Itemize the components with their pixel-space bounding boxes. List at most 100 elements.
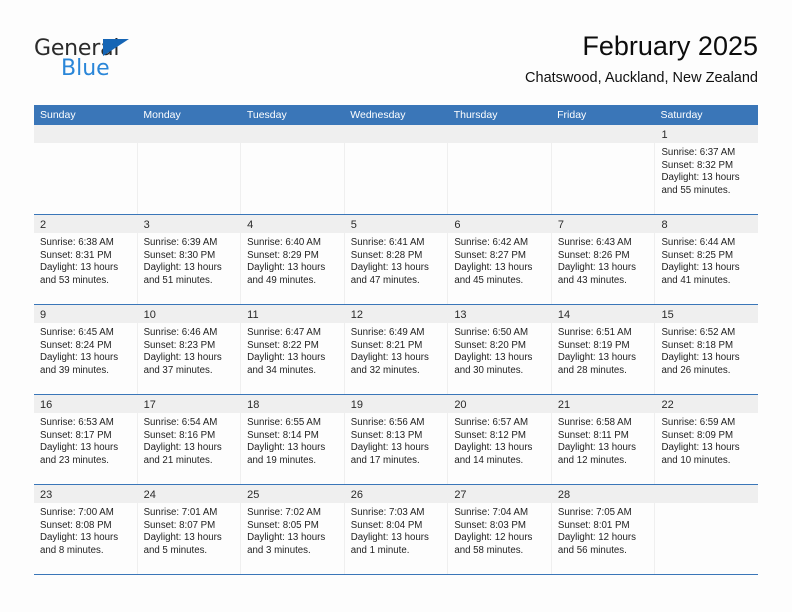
daylight-text-line2: and 26 minutes.	[661, 364, 731, 376]
calendar-week-row: 1 Sunrise: 6:37 AM Sunset: 8:32 PM Daylight…	[34, 125, 759, 215]
daylight-text-line1: Daylight: 13 hours	[40, 352, 119, 364]
calendar-day-cell[interactable]: 20 Sunrise: 6:57 AM Sunset: 8:12 PM Dayligh…	[447, 395, 551, 484]
day-number: 17	[143, 399, 156, 411]
calendar-day-cell[interactable]: 28 Sunrise: 7:05 AM Sunset: 8:01 PM Dayligh…	[550, 485, 655, 574]
day-number-band	[655, 485, 759, 503]
calendar-day-cell[interactable]: 16 Sunrise: 6:53 AM Sunset: 8:17 PM Dayligh…	[34, 395, 137, 484]
sunrise-text: Sunrise: 7:04 AM	[454, 507, 529, 518]
day-number: 24	[143, 489, 156, 501]
sunset-text: Sunset: 8:31 PM	[40, 249, 112, 261]
daylight-text-line2: and 47 minutes.	[350, 274, 420, 286]
daylight-text-line1: Daylight: 13 hours	[40, 442, 119, 454]
day-number: 12	[350, 309, 363, 321]
day-sun-info: Sunrise: 7:03 AM Sunset: 8:04 PM Daylight:…	[345, 503, 448, 557]
calendar-day-cell-empty[interactable]	[343, 125, 448, 214]
sunset-text: Sunset: 8:01 PM	[557, 519, 630, 531]
calendar-day-cell[interactable]: 24 Sunrise: 7:01 AM Sunset: 8:07 PM Dayligh…	[136, 485, 241, 574]
calendar-day-cell[interactable]: 26 Sunrise: 7:03 AM Sunset: 8:04 PM Dayligh…	[343, 485, 448, 574]
day-number: 18	[247, 399, 260, 411]
sunset-text: Sunset: 8:26 PM	[557, 249, 630, 261]
day-number-band	[241, 125, 344, 143]
sunset-text: Sunset: 8:12 PM	[454, 429, 526, 441]
daylight-text-line1: Daylight: 13 hours	[40, 532, 119, 544]
daylight-text-line1: Daylight: 13 hours	[350, 352, 429, 364]
day-number-band: 1	[655, 125, 759, 143]
calendar-day-cell-empty[interactable]	[34, 125, 137, 214]
day-number-band: 6	[448, 215, 551, 233]
day-sun-info: Sunrise: 6:42 AM Sunset: 8:27 PM Daylight:…	[448, 233, 551, 287]
day-number: 6	[454, 219, 461, 231]
calendar-day-cell[interactable]: 5 Sunrise: 6:41 AM Sunset: 8:28 PM Daylight…	[343, 215, 448, 304]
calendar-day-cell-empty[interactable]	[550, 125, 655, 214]
day-number-band: 24	[137, 485, 241, 503]
day-number: 8	[661, 219, 668, 231]
weekday-header-tuesday: Tuesday	[246, 109, 287, 121]
weekday-header-monday: Monday	[143, 109, 181, 121]
calendar-day-cell[interactable]: 19 Sunrise: 6:56 AM Sunset: 8:13 PM Dayligh…	[343, 395, 448, 484]
daylight-text-line2: and 32 minutes.	[350, 364, 420, 376]
calendar-day-cell[interactable]: 10 Sunrise: 6:46 AM Sunset: 8:23 PM Dayligh…	[136, 305, 241, 394]
sunrise-text: Sunrise: 6:57 AM	[454, 417, 529, 428]
day-number: 22	[661, 399, 674, 411]
sunrise-text: Sunrise: 6:41 AM	[350, 237, 425, 248]
day-number-band: 16	[34, 395, 137, 413]
calendar-day-cell-empty[interactable]	[240, 125, 344, 214]
calendar-day-cell[interactable]: 1 Sunrise: 6:37 AM Sunset: 8:32 PM Daylight…	[654, 125, 759, 214]
weekday-header-row: Sunday Monday Tuesday Wednesday Thursday Frid…	[34, 105, 758, 125]
sunrise-text: Sunrise: 6:39 AM	[143, 237, 218, 248]
daylight-text-line2: and 53 minutes.	[40, 274, 109, 286]
day-number: 21	[557, 399, 571, 411]
day-number-band	[137, 125, 241, 143]
day-sun-info: Sunrise: 6:53 AM Sunset: 8:17 PM Daylight:…	[34, 413, 137, 467]
calendar-week-row: 16 Sunrise: 6:53 AM Sunset: 8:17 PM Dayligh…	[34, 395, 759, 485]
calendar-day-cell[interactable]: 22 Sunrise: 6:59 AM Sunset: 8:09 PM Dayligh…	[654, 395, 759, 484]
calendar-day-cell[interactable]: 14 Sunrise: 6:51 AM Sunset: 8:19 PM Dayligh…	[550, 305, 655, 394]
calendar-day-cell[interactable]: 7 Sunrise: 6:43 AM Sunset: 8:26 PM Daylight…	[550, 215, 655, 304]
day-sun-info: Sunrise: 6:54 AM Sunset: 8:16 PM Daylight:…	[138, 413, 241, 467]
calendar-day-cell[interactable]: 17 Sunrise: 6:54 AM Sunset: 8:16 PM Dayligh…	[136, 395, 241, 484]
calendar-day-cell[interactable]: 23 Sunrise: 7:00 AM Sunset: 8:08 PM Dayligh…	[34, 485, 137, 574]
daylight-text-line2: and 43 minutes.	[557, 274, 627, 286]
calendar-day-cell[interactable]: 3 Sunrise: 6:39 AM Sunset: 8:30 PM Daylight…	[136, 215, 241, 304]
day-sun-info: Sunrise: 6:44 AM Sunset: 8:25 PM Daylight:…	[655, 233, 758, 287]
calendar-day-cell[interactable]: 25 Sunrise: 7:02 AM Sunset: 8:05 PM Dayligh…	[240, 485, 344, 574]
daylight-text-line2: and 1 minute.	[350, 544, 410, 556]
sunset-text: Sunset: 8:13 PM	[350, 429, 423, 441]
day-number: 20	[454, 399, 467, 411]
calendar-day-cell[interactable]: 11 Sunrise: 6:47 AM Sunset: 8:22 PM Dayligh…	[240, 305, 344, 394]
daylight-text-line1: Daylight: 13 hours	[661, 442, 740, 454]
sunset-text: Sunset: 8:32 PM	[661, 159, 734, 171]
calendar-day-cell[interactable]: 27 Sunrise: 7:04 AM Sunset: 8:03 PM Dayligh…	[447, 485, 551, 574]
calendar-day-cell[interactable]: 9 Sunrise: 6:45 AM Sunset: 8:24 PM Daylight…	[34, 305, 137, 394]
daylight-text-line2: and 30 minutes.	[454, 364, 524, 376]
day-number: 25	[247, 489, 260, 501]
day-number-band: 18	[241, 395, 344, 413]
day-sun-info: Sunrise: 6:59 AM Sunset: 8:09 PM Daylight:…	[655, 413, 758, 467]
calendar-day-cell[interactable]: 4 Sunrise: 6:40 AM Sunset: 8:29 PM Daylight…	[240, 215, 344, 304]
calendar-day-cell[interactable]: 6 Sunrise: 6:42 AM Sunset: 8:27 PM Daylight…	[447, 215, 551, 304]
daylight-text-line1: Daylight: 13 hours	[247, 442, 326, 454]
day-sun-info: Sunrise: 6:47 AM Sunset: 8:22 PM Daylight:…	[241, 323, 344, 377]
calendar-day-cell-empty[interactable]	[136, 125, 241, 214]
calendar-day-cell[interactable]: 18 Sunrise: 6:55 AM Sunset: 8:14 PM Dayligh…	[240, 395, 344, 484]
daylight-text-line1: Daylight: 13 hours	[454, 262, 533, 274]
calendar-day-cell-empty[interactable]	[654, 485, 759, 574]
calendar-day-cell[interactable]: 8 Sunrise: 6:44 AM Sunset: 8:25 PM Daylight…	[654, 215, 759, 304]
daylight-text-line2: and 49 minutes.	[247, 274, 317, 286]
calendar-day-cell[interactable]: 15 Sunrise: 6:52 AM Sunset: 8:18 PM Dayligh…	[654, 305, 759, 394]
daylight-text-line1: Daylight: 13 hours	[350, 262, 429, 274]
calendar-day-cell-empty[interactable]	[447, 125, 551, 214]
calendar-day-cell[interactable]: 21 Sunrise: 6:58 AM Sunset: 8:11 PM Dayligh…	[550, 395, 655, 484]
calendar-day-cell[interactable]: 2 Sunrise: 6:38 AM Sunset: 8:31 PM Daylight…	[34, 215, 137, 304]
day-number-band: 26	[344, 485, 448, 503]
daylight-text-line2: and 17 minutes.	[350, 454, 420, 466]
sunset-text: Sunset: 8:14 PM	[247, 429, 319, 441]
calendar-day-cell[interactable]: 13 Sunrise: 6:50 AM Sunset: 8:20 PM Dayligh…	[447, 305, 551, 394]
day-sun-info: Sunrise: 6:46 AM Sunset: 8:23 PM Daylight:…	[138, 323, 241, 377]
calendar-day-cell[interactable]: 12 Sunrise: 6:49 AM Sunset: 8:21 PM Dayligh…	[343, 305, 448, 394]
sunset-text: Sunset: 8:11 PM	[557, 429, 629, 441]
daylight-text-line2: and 28 minutes.	[557, 364, 627, 376]
day-number: 15	[661, 309, 674, 321]
daylight-text-line2: and 3 minutes.	[247, 544, 311, 556]
daylight-text-line1: Daylight: 13 hours	[557, 352, 636, 364]
